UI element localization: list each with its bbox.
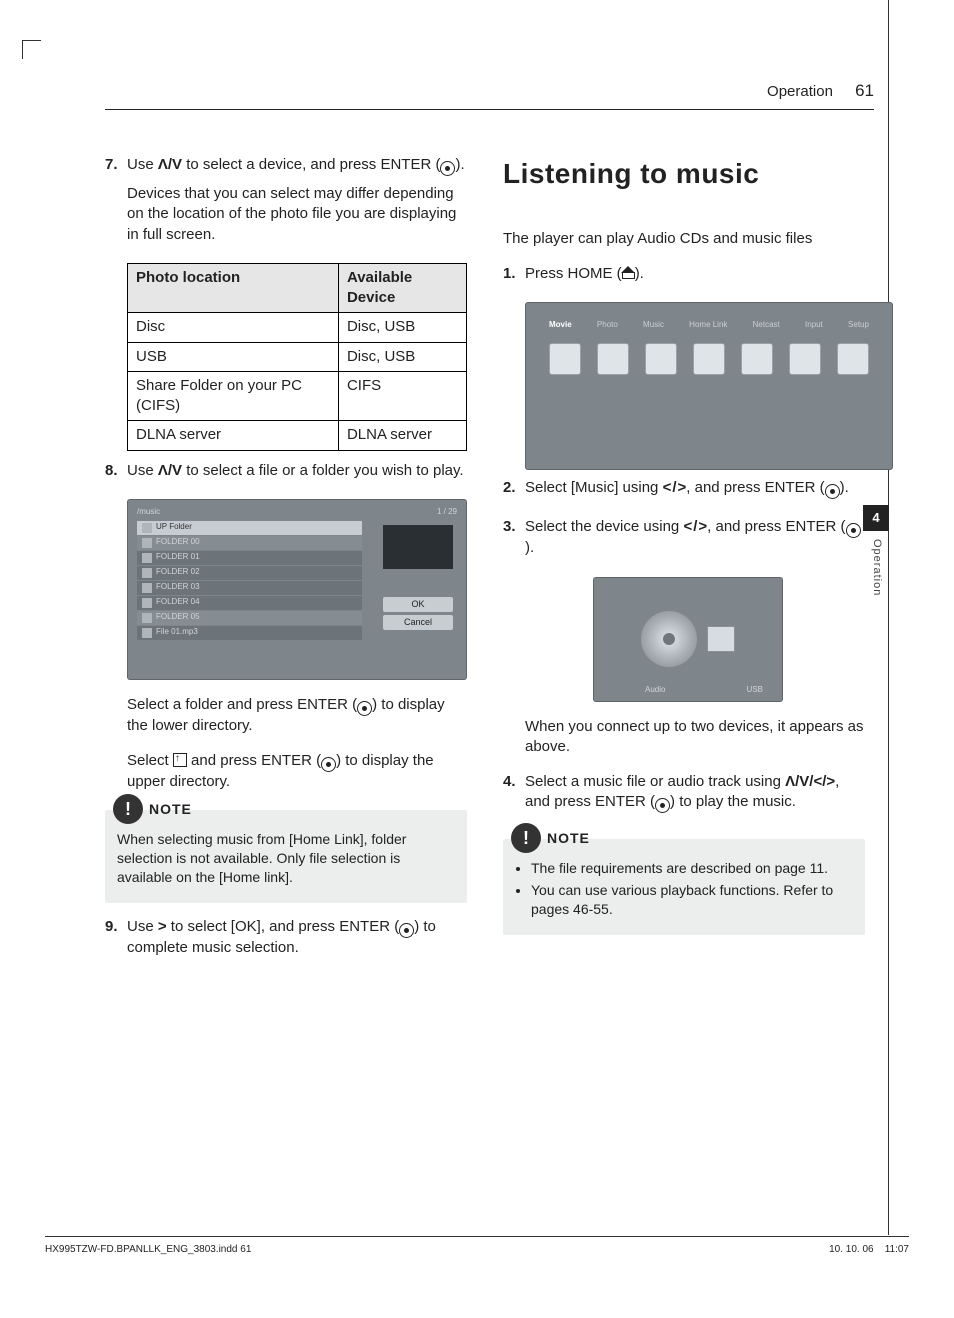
side-tab-number: 4: [863, 505, 889, 531]
home-tab: Movie: [549, 320, 572, 331]
enter-icon: [357, 701, 372, 716]
home-tab: Setup: [848, 320, 869, 331]
th-available-device: Available Device: [338, 263, 466, 313]
left-right-arrows: /: [683, 518, 707, 535]
note-box: ! NOTE The file requirements are describ…: [503, 839, 865, 935]
step-7-line1: Use Λ/V to select a device, and press EN…: [127, 155, 467, 176]
folder-instruction-2: Select and press ENTER () to display the…: [127, 751, 467, 792]
device-caption: When you connect up to two devices, it a…: [525, 717, 865, 758]
home-tab: Netcast: [753, 320, 780, 331]
note-box: ! NOTE When selecting music from [Home L…: [105, 810, 467, 903]
cancel-button: Cancel: [383, 615, 453, 630]
table-row: DLNA serverDLNA server: [128, 421, 467, 450]
ok-button: OK: [383, 597, 453, 612]
folder-icon: [142, 553, 152, 563]
home-tab: Music: [643, 320, 664, 331]
footer: HX995TZW-FD.BPANLLK_ENG_3803.indd 61 10.…: [45, 1236, 909, 1257]
crop-line-right: [888, 0, 889, 1235]
right-column: Listening to music The player can play A…: [503, 155, 865, 976]
table-row: USBDisc, USB: [128, 342, 467, 371]
step-9-text: Use > to select [OK], and press ENTER ()…: [127, 917, 467, 958]
home-icon: [622, 268, 635, 279]
disc-icon: [641, 611, 697, 667]
folder-instruction-1: Select a folder and press ENTER () to di…: [127, 695, 467, 736]
step-1: 1. Press HOME ().: [503, 264, 865, 292]
photo-icon: [597, 343, 629, 375]
enter-icon: [321, 757, 336, 772]
side-tab-label: Operation: [863, 531, 890, 604]
usb-icon: [707, 626, 735, 652]
udlr-arrows: Λ/V/</>: [785, 773, 835, 790]
enter-icon: [440, 161, 455, 176]
footer-datetime: 10. 10. 06 11:07: [829, 1243, 909, 1257]
step-8: 8. Use Λ/V to select a file or a folder …: [105, 461, 467, 489]
crop-mark: [22, 40, 41, 59]
step-3: 3. Select the device using /, and press …: [503, 517, 865, 566]
up-folder-icon: [142, 523, 152, 533]
up-directory-icon: [173, 753, 187, 767]
note-title: NOTE: [149, 800, 192, 819]
homelink-icon: [693, 343, 725, 375]
manual-page: Operation 61 7. Use Λ/V to select a devi…: [0, 0, 954, 1318]
intro-text: The player can play Audio CDs and music …: [503, 229, 865, 249]
header-section: Operation: [767, 83, 833, 100]
table-row: DiscDisc, USB: [128, 313, 467, 342]
enter-icon: [655, 798, 670, 813]
note-badge-icon: !: [511, 823, 541, 853]
left-column: 7. Use Λ/V to select a device, and press…: [105, 155, 467, 976]
device-select-screenshot: Audio USB: [593, 577, 783, 702]
step-7: 7. Use Λ/V to select a device, and press…: [105, 155, 467, 253]
folder-icon: [142, 568, 152, 578]
netcast-icon: [741, 343, 773, 375]
footer-file: HX995TZW-FD.BPANLLK_ENG_3803.indd 61: [45, 1243, 251, 1257]
folder-icon: [142, 583, 152, 593]
enter-icon: [825, 484, 840, 499]
step-7-line2: Devices that you can select may differ d…: [127, 184, 467, 245]
file-icon: [142, 628, 152, 638]
running-header: Operation 61: [105, 80, 874, 110]
music-icon: [645, 343, 677, 375]
th-photo-location: Photo location: [128, 263, 339, 313]
step-4: 4. Select a music file or audio track us…: [503, 772, 865, 821]
right-arrow: >: [158, 918, 167, 935]
note-badge-icon: !: [113, 794, 143, 824]
note-item: The file requirements are described on p…: [531, 859, 853, 878]
up-down-arrows: Λ/V: [158, 462, 182, 479]
folder-browser-screenshot: /music1 / 29 UP Folder FOLDER 00 FOLDER …: [127, 499, 467, 680]
home-menu-screenshot: Movie Photo Music Home Link Netcast Inpu…: [525, 302, 893, 470]
home-tab: Home Link: [689, 320, 727, 331]
input-icon: [789, 343, 821, 375]
content-columns: 7. Use Λ/V to select a device, and press…: [105, 155, 865, 976]
table-row: Share Folder on your PC (CIFS)CIFS: [128, 371, 467, 421]
page-number: 61: [855, 81, 874, 100]
note-title: NOTE: [547, 829, 590, 848]
step-2: 2. Select [Music] using /, and press ENT…: [503, 478, 865, 507]
section-heading: Listening to music: [503, 155, 865, 193]
preview-thumbnail: [383, 525, 453, 569]
setup-icon: [837, 343, 869, 375]
enter-icon: [399, 923, 414, 938]
step-9: 9. Use > to select [OK], and press ENTER…: [105, 917, 467, 966]
enter-icon: [846, 523, 861, 538]
folder-icon: [142, 538, 152, 548]
left-right-arrows: /: [663, 479, 687, 496]
side-tab: 4 Operation: [863, 505, 889, 604]
home-tab: Input: [805, 320, 823, 331]
movie-icon: [549, 343, 581, 375]
note-body: When selecting music from [Home Link], f…: [117, 830, 455, 887]
step-8-text: Use Λ/V to select a file or a folder you…: [127, 461, 467, 481]
up-down-arrows: Λ/V: [158, 156, 182, 173]
folder-icon: [142, 598, 152, 608]
note-item: You can use various playback functions. …: [531, 881, 853, 919]
home-tab: Photo: [597, 320, 618, 331]
photo-location-table: Photo location Available Device DiscDisc…: [127, 263, 467, 451]
folder-icon: [142, 613, 152, 623]
